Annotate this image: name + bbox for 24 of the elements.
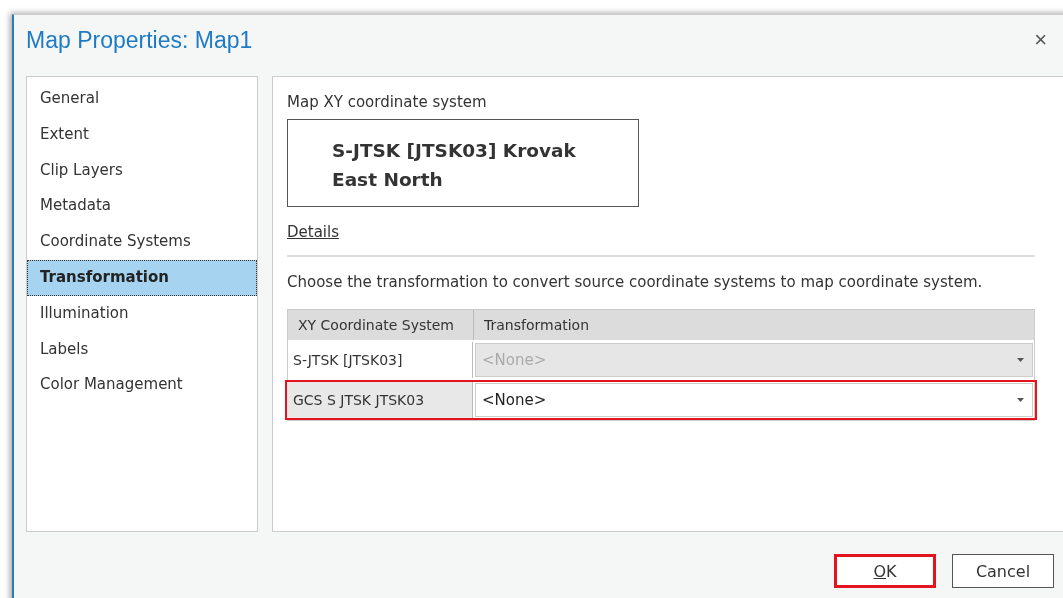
sidebar-item[interactable]: Metadata xyxy=(27,188,257,225)
column-header: Transformation xyxy=(483,316,590,335)
sidebar-item[interactable]: General xyxy=(27,81,257,117)
sidebar-item[interactable]: Labels xyxy=(27,331,257,368)
window-title: Map Properties: Map1 xyxy=(26,26,253,54)
sidebar-item[interactable]: Coordinate Systems xyxy=(27,224,257,260)
dropdown[interactable]: <None> xyxy=(475,383,1033,417)
table-cell: S-JTSK [JTSK03] xyxy=(287,342,473,378)
instruction-text: Choose the transformation to convert source coordinate systems to map coordinate system. xyxy=(287,273,984,291)
sidebar-item[interactable]: Extent xyxy=(27,116,257,153)
sidebar-item[interactable]: Transformation xyxy=(27,260,257,296)
coordinate-system-box: S-JTSK [JTSK03] Krovak East North xyxy=(287,119,639,207)
close-button[interactable]: × xyxy=(1034,27,1047,53)
sidebar-item[interactable]: Color Management xyxy=(27,367,257,404)
cancel-button[interactable]: Cancel xyxy=(952,554,1054,588)
details-link[interactable]: Details xyxy=(287,223,339,241)
sidebar-item[interactable]: Illumination xyxy=(27,295,257,332)
field-label: Map XY coordinate system xyxy=(287,93,488,111)
table-cell: GCS S JTSK JTSK03 xyxy=(287,382,473,418)
caret-icon xyxy=(1017,358,1024,362)
ok-button[interactable]: OK xyxy=(834,554,936,588)
column-header: XY Coordinate System xyxy=(288,310,474,340)
sidebar-item[interactable]: Clip Layers xyxy=(27,152,257,189)
caret-icon xyxy=(1017,398,1024,402)
